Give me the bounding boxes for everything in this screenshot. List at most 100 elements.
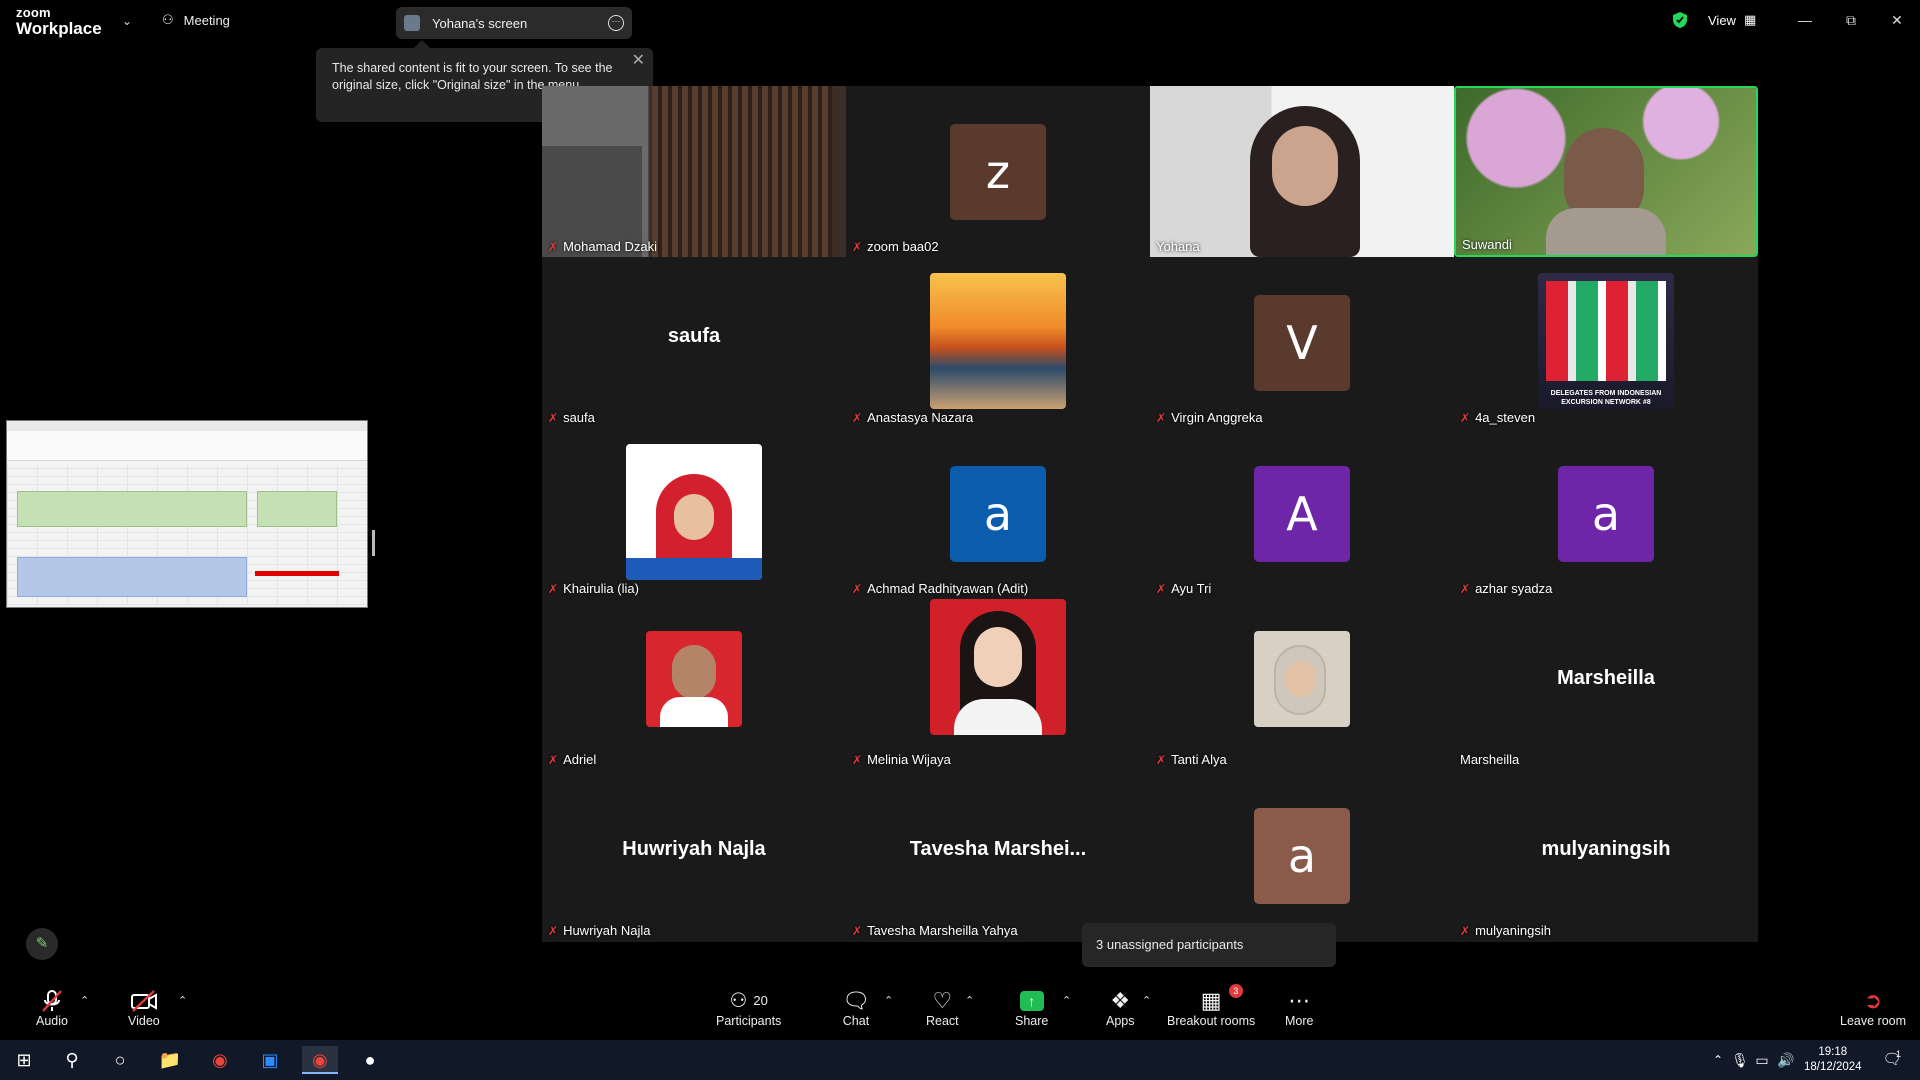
profile-photo [930,599,1066,735]
share-options-caret[interactable]: ⌃ [1062,994,1071,1007]
participant-name-label: ✗ Mohamad Dzaki [548,239,657,254]
shared-screen-view[interactable] [6,420,368,608]
task-view-icon[interactable]: ○ [102,1046,138,1074]
participants-icon: ⚇ [729,990,748,1012]
mic-muted-icon [42,990,62,1012]
participant-tile-azhar-syadza[interactable]: a ✗ azhar syadza [1454,428,1758,599]
notification-icon[interactable]: 🗨 1 [1874,1046,1910,1074]
video-options-caret[interactable]: ⌃ [178,994,187,1007]
participant-tile-marsheilla[interactable]: Marsheilla Marsheilla [1454,599,1758,770]
audio-button[interactable]: Audio [36,988,68,1028]
participants-button[interactable]: ⚇ 20 Participants [716,988,781,1028]
participant-tile-saufa[interactable]: saufa ✗ saufa [542,257,846,428]
avatar-letter: a [1558,466,1654,562]
people-icon: ⚇ [162,12,174,27]
participant-tile-ayu-tri[interactable]: A ✗ Ayu Tri [1150,428,1454,599]
chrome-active-icon[interactable]: ◉ [302,1046,338,1074]
participant-tile-huwriyah-najla[interactable]: Huwriyah Najla ✗ Huwriyah Najla [542,770,846,941]
participant-tile-anastasya-nazara[interactable]: ✗ Anastasya Nazara [846,257,1150,428]
meeting-menu[interactable]: ⚇ Meeting [162,12,230,28]
more-options-icon[interactable]: ··· [608,15,624,31]
more-button[interactable]: ⋯ More [1285,988,1313,1028]
mic-muted-icon: ✗ [548,752,559,767]
participant-tile-adriel[interactable]: ✗ Adriel [542,599,846,770]
chrome-icon[interactable]: ◉ [202,1046,238,1074]
leave-room-button[interactable]: ➲ Leave room [1840,988,1906,1028]
chat-options-caret[interactable]: ⌃ [884,994,893,1007]
windows-start-icon[interactable]: ⊞ [6,1046,42,1074]
chevron-down-icon[interactable]: ⌄ [122,14,132,28]
tray-volume-icon[interactable]: 🔊 [1768,1046,1804,1074]
mic-muted-icon: ✗ [852,923,863,938]
meeting-toolbar: Audio ⌃ Video ⌃ ⚇ 20 Participants 🗨 Chat… [0,980,1920,1040]
grid-view-icon: ▦ [1743,12,1757,27]
sharer-avatar [404,15,420,31]
meeting-label: Meeting [183,12,230,28]
profile-photo [646,631,742,727]
participant-tile-zoom-baa02[interactable]: z ✗ zoom baa02 [846,86,1150,257]
mic-muted-icon: ✗ [852,410,863,425]
mic-muted-icon: ✗ [1156,410,1167,425]
camera-off-icon [130,990,157,1012]
participant-tile-blank[interactable]: a [1150,770,1454,941]
participant-name-label: ✗ Huwriyah Najla [548,923,651,938]
chat-icon: 🗨 [842,988,870,1013]
mic-muted-icon: ✗ [852,581,863,596]
breakout-rooms-button[interactable]: ▦ 3 Breakout rooms [1167,984,1255,1028]
photo-caption: DELEGATES FROM INDONESIAN EXCURSION NETW… [1550,390,1662,406]
mic-muted-icon: ✗ [548,923,559,938]
participant-tile-melinia-wijaya[interactable]: ✗ Melinia Wijaya [846,599,1150,770]
display-name: Huwriyah Najla [622,838,766,860]
security-shield-icon[interactable] [1672,11,1688,29]
participant-tile-suwandi[interactable]: Suwandi [1454,86,1758,257]
mic-muted-icon: ✗ [1460,923,1471,938]
display-name: Marsheilla [1557,667,1655,689]
participant-tile-yohana[interactable]: Yohana [1150,86,1454,257]
mic-muted-icon: ✗ [548,581,559,596]
participant-tile-tavesha-marsheilla-yahya[interactable]: Tavesha Marshei... ✗ Tavesha Marsheilla Ya… [846,770,1150,941]
react-options-caret[interactable]: ⌃ [965,994,974,1007]
mic-muted-icon: ✗ [1460,581,1471,596]
system-clock[interactable]: 19:18 18/12/2024 [1804,1045,1862,1075]
participant-tile-mohamad-dzaki[interactable]: ✗ Mohamad Dzaki [542,86,846,257]
share-screen-icon: ↑ [1019,991,1044,1011]
search-icon[interactable]: ⚲ [54,1046,90,1074]
participant-tile-mulyaningsih[interactable]: mulyaningsih ✗ mulyaningsih [1454,770,1758,941]
zoom-meeting-taskbar-icon[interactable]: ● [352,1046,388,1074]
unassigned-label: 3 unassigned participants [1096,937,1244,952]
participant-name-label: ✗ Achmad Radhityawan (Adit) [852,581,1029,596]
display-name: saufa [667,325,721,347]
annotate-pencil-icon[interactable]: ✎ [26,928,58,960]
close-tooltip-icon[interactable]: ✕ [632,52,645,69]
profile-photo [1254,631,1350,727]
apps-options-caret[interactable]: ⌃ [1142,994,1151,1007]
react-button[interactable]: ♡ React [926,988,959,1028]
display-name: mulyaningsih [1541,838,1671,860]
participant-tile-4a-steven[interactable]: DELEGATES FROM INDONESIAN EXCURSION NETW… [1454,257,1758,428]
apps-button[interactable]: ❖ Apps [1106,988,1135,1028]
restore-icon[interactable]: ⧉ [1836,8,1866,32]
share-button[interactable]: ↑ Share [1015,988,1048,1028]
minimize-icon[interactable]: — [1790,8,1820,32]
mic-muted-icon: ✗ [852,239,863,254]
participant-name-label: ✗ Khairulia (lia) [548,581,639,596]
participant-tile-khairulia-lia[interactable]: ✗ Khairulia (lia) [542,428,846,599]
breakout-badge: 3 [1228,984,1243,998]
audio-options-caret[interactable]: ⌃ [80,994,89,1007]
split-resize-handle[interactable] [372,530,375,556]
video-feed [542,86,846,257]
chat-button[interactable]: 🗨 Chat [842,988,870,1028]
file-explorer-icon[interactable]: 📁 [152,1046,188,1074]
participant-name-label: ✗ mulyaningsih [1460,923,1551,938]
participant-tile-virgin-anggreka[interactable]: V ✗ Virgin Anggreka [1150,257,1454,428]
participant-tile-tanti-alya[interactable]: ✗ Tanti Alya [1150,599,1454,770]
shared-screen-pill[interactable]: Yohana's screen ··· [396,7,632,39]
unassigned-participants-popup[interactable]: 3 unassigned participants [1082,923,1336,967]
video-button[interactable]: Video [128,988,160,1028]
participant-name-label: ✗ azhar syadza [1460,581,1553,596]
zoom-taskbar-icon[interactable]: ▣ [252,1046,288,1074]
close-window-icon[interactable]: ✕ [1882,8,1912,32]
participant-tile-achmad-radhityawan-adit[interactable]: a ✗ Achmad Radhityawan (Adit) [846,428,1150,599]
participant-name-label: ✗ Tanti Alya [1156,752,1227,767]
view-button[interactable]: View ▦ [1708,12,1756,28]
